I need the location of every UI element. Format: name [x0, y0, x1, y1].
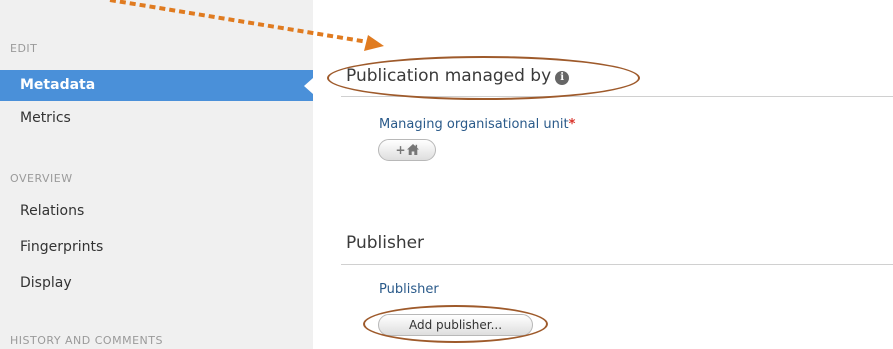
annotation-arrow-icon: [109, 0, 384, 51]
